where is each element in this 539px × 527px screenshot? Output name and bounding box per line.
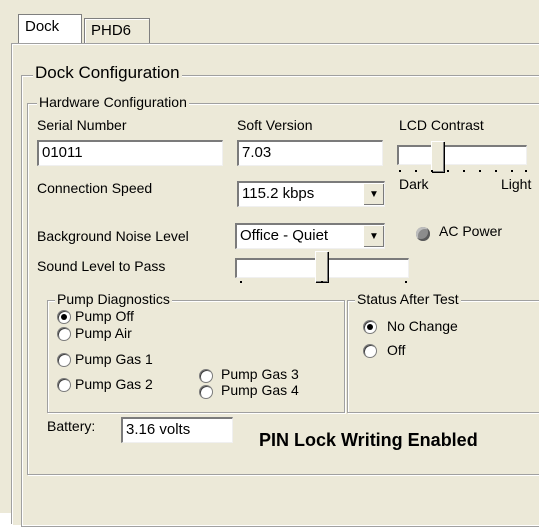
tick [415, 170, 417, 172]
no-change-label: No Change [387, 318, 458, 334]
tick [431, 170, 433, 172]
lcd-contrast-dark-label: Dark [399, 176, 429, 192]
hardware-configuration-title: Hardware Configuration [37, 94, 189, 110]
battery-field[interactable]: 3.16 volts [121, 417, 233, 443]
pump-off-radio[interactable] [57, 310, 71, 324]
tick [399, 170, 401, 172]
off-label: Off [387, 342, 406, 358]
pump-gas-3-radio[interactable] [199, 369, 213, 383]
battery-label: Battery: [47, 418, 96, 434]
pump-gas-4-label: Pump Gas 4 [221, 382, 299, 398]
status-after-test-title: Status After Test [355, 291, 461, 307]
chevron-down-icon[interactable]: ▼ [363, 225, 384, 247]
tab-phd6-label: PHD6 [91, 22, 132, 39]
soft-version-field[interactable]: 7.03 [237, 140, 383, 166]
tick [321, 281, 323, 283]
serial-number-field[interactable]: 01011 [37, 140, 223, 166]
tick [240, 281, 242, 283]
tick [463, 170, 465, 172]
lcd-contrast-slider[interactable] [397, 145, 527, 165]
tab-strip: Dock PHD6 [0, 0, 539, 46]
pump-air-label: Pump Air [75, 325, 132, 341]
pump-air-radio[interactable] [57, 327, 71, 341]
pump-gas-2-radio[interactable] [57, 378, 71, 392]
pump-gas-4-radio[interactable] [199, 385, 213, 399]
tab-dock[interactable]: Dock [18, 14, 82, 43]
no-change-radio[interactable] [363, 320, 377, 334]
lcd-contrast-thumb[interactable] [431, 141, 444, 172]
dock-window: Dock PHD6 Dock Configuration Hardware Co… [0, 0, 539, 527]
off-radio[interactable] [363, 344, 377, 358]
dock-tab-page: Dock Configuration Hardware Configuratio… [12, 44, 539, 527]
background-noise-value: Office - Quiet [240, 227, 329, 244]
pump-off-label: Pump Off [75, 308, 134, 324]
pin-lock-status: PIN Lock Writing Enabled [259, 430, 478, 450]
ac-power-label: AC Power [439, 223, 503, 239]
pump-gas-2-label: Pump Gas 2 [75, 376, 153, 392]
background-noise-label: Background Noise Level [37, 228, 189, 244]
ac-power-indicator-icon [416, 227, 430, 241]
tick [525, 170, 527, 172]
tick [511, 170, 513, 172]
sound-level-label: Sound Level to Pass [37, 258, 166, 274]
connection-speed-label: Connection Speed [37, 180, 153, 196]
lcd-contrast-light-label: Light [501, 176, 532, 192]
connection-speed-value: 115.2 kbps [242, 185, 315, 202]
background-noise-select[interactable]: Office - Quiet ▼ [235, 223, 385, 249]
lcd-contrast-label: LCD Contrast [399, 117, 484, 133]
tick [479, 170, 481, 172]
tick [495, 170, 497, 172]
pump-gas-1-radio[interactable] [57, 353, 71, 367]
tab-dock-label: Dock [25, 18, 60, 35]
tab-phd6[interactable]: PHD6 [84, 18, 150, 43]
dock-configuration-title: Dock Configuration [33, 63, 182, 82]
tick [405, 281, 407, 283]
pump-diagnostics-title: Pump Diagnostics [55, 291, 172, 307]
connection-speed-select[interactable]: 115.2 kbps ▼ [237, 181, 385, 207]
chevron-down-icon[interactable]: ▼ [363, 183, 384, 205]
pump-gas-1-label: Pump Gas 1 [75, 351, 153, 367]
tick [447, 170, 449, 172]
soft-version-label: Soft Version [237, 117, 313, 133]
sound-level-thumb[interactable] [315, 251, 328, 282]
serial-number-label: Serial Number [37, 117, 127, 133]
